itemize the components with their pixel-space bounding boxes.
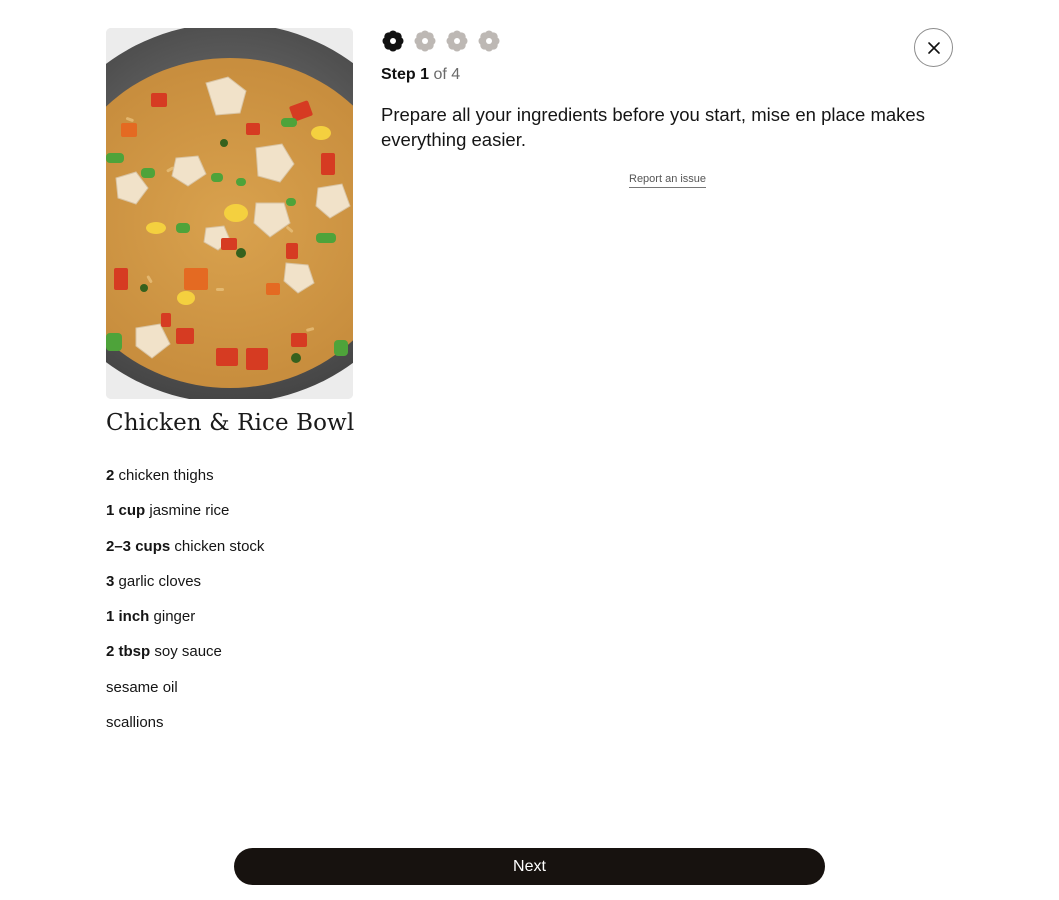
flower-icon	[478, 30, 500, 52]
ingredient-item: 2 tbsp soy sauce	[106, 643, 264, 678]
fried-rice-photo	[106, 28, 353, 399]
ingredient-name: chicken thighs	[118, 467, 214, 484]
ingredient-item: 2–3 cups chicken stock	[106, 538, 264, 573]
ingredient-item: 2 chicken thighs	[106, 467, 264, 502]
ingredient-quantity: 3	[106, 572, 115, 590]
ingredient-name: soy sauce	[154, 643, 222, 661]
ingredient-quantity: 1 inch	[106, 608, 150, 626]
recipe-title: Chicken & Rice Bowl	[106, 410, 355, 436]
step-instruction: Prepare all your ingredients before you …	[381, 104, 925, 150]
step-total: of 4	[433, 66, 461, 83]
ingredient-name: garlic cloves	[118, 572, 202, 590]
flower-icon	[414, 30, 436, 52]
next-button[interactable]: Next	[234, 848, 825, 885]
ingredient-quantity: 2	[106, 467, 115, 484]
report-issue-link[interactable]: Report an issue	[629, 172, 707, 188]
ingredient-quantity: 1 cup	[106, 502, 146, 520]
step-indicator: Step 1 of 4	[381, 66, 460, 84]
ingredient-quantity: 2–3 cups	[106, 537, 171, 555]
ingredient-item: scallions	[106, 714, 264, 749]
recipe-photo	[106, 28, 353, 399]
ingredient-list: 2 chicken thighs 1 cup jasmine rice 2–3 …	[106, 467, 264, 749]
ingredient-name: scallions	[106, 714, 164, 732]
ingredient-item: 1 inch ginger	[106, 608, 264, 643]
close-icon	[927, 41, 940, 54]
step-progress	[381, 29, 501, 53]
flower-icon	[382, 30, 404, 52]
ingredient-name: sesame oil	[106, 678, 178, 696]
ingredient-name: jasmine rice	[149, 502, 230, 520]
ingredient-name: chicken stock	[174, 537, 265, 555]
close-button[interactable]	[914, 28, 953, 67]
step-current: Step 1	[381, 66, 430, 83]
ingredient-name: ginger	[153, 608, 196, 626]
flower-icon	[446, 30, 468, 52]
ingredient-item: 3 garlic cloves	[106, 573, 264, 608]
ingredient-quantity: 2 tbsp	[106, 643, 151, 661]
ingredient-item: sesame oil	[106, 679, 264, 714]
ingredient-item: 1 cup jasmine rice	[106, 502, 264, 537]
